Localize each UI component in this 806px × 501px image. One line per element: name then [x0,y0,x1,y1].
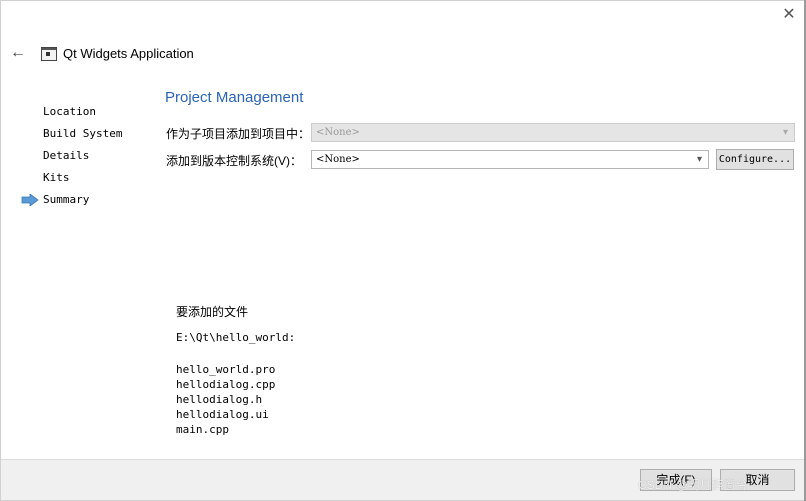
vcs-label: 添加到版本控制系统(V)： [166,154,302,168]
current-step-arrow-icon [21,194,39,206]
files-heading: 要添加的文件 [176,305,249,319]
files-list: hello_world.pro hellodialog.cpp hellodia… [176,362,275,437]
add-subproject-combo: <None> ▾ [311,123,795,142]
file-item: hellodialog.cpp [176,378,276,391]
file-item: hello_world.pro [176,363,276,376]
step-kits: Kits [43,171,70,184]
wizard-footer: 完成(F) 取消 [1,459,804,500]
vcs-value: <None> [316,154,360,165]
step-build-system: Build System [43,127,123,140]
page-title: Project Management [165,89,304,106]
chevron-down-icon: ▾ [782,127,788,138]
close-icon[interactable]: ✕ [780,6,798,24]
wizard-steps: Location Build System Details Kits Summa… [43,105,122,215]
add-subproject-value: <None> [316,127,360,138]
step-summary: Summary [43,193,90,206]
finish-button[interactable]: 完成(F) [640,469,712,491]
file-item: hellodialog.ui [176,408,269,421]
file-item: main.cpp [176,423,229,436]
step-details: Details [43,149,90,162]
step-location: Location [43,105,96,118]
file-item: hellodialog.h [176,393,263,406]
wizard-title: Qt Widgets Application [63,46,194,61]
files-path: E:\Qt\hello_world: [176,331,296,344]
application-window-icon [41,47,57,61]
chevron-down-icon: ▾ [696,154,702,165]
wizard-window [0,0,806,501]
add-subproject-label: 作为子项目添加到项目中： [166,127,311,141]
vcs-combo[interactable]: <None> ▾ [311,150,709,169]
configure-button[interactable]: Configure... [716,149,794,170]
cancel-button[interactable]: 取消 [720,469,795,491]
back-arrow-icon[interactable]: ← [10,44,28,62]
